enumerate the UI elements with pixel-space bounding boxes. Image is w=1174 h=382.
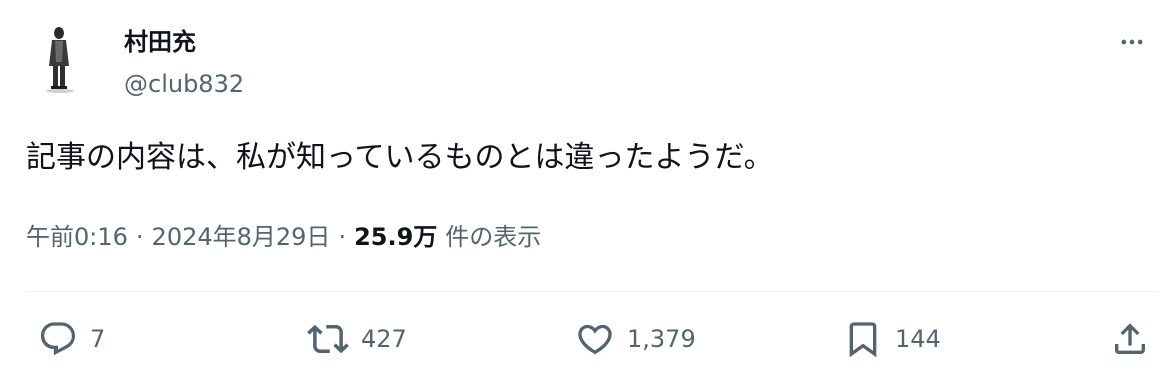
bookmark-button[interactable]: 144 — [843, 318, 941, 360]
person-figure-icon — [26, 18, 106, 98]
share-icon — [1115, 323, 1145, 354]
tweet-date[interactable]: 2024年8月29日 — [152, 219, 331, 255]
like-button[interactable]: 1,379 — [575, 318, 696, 360]
tweet-text: 記事の内容は、私が知っているものとは違ったようだ。 — [26, 140, 774, 175]
tweet-card: 村田充 @club832 記事の内容は、私が知っているものとは違ったようだ。 午… — [0, 0, 1174, 382]
meta-separator: · — [135, 223, 144, 251]
retweet-icon — [307, 324, 349, 354]
reply-icon — [40, 322, 76, 356]
like-count: 1,379 — [627, 325, 696, 353]
bookmark-count: 144 — [895, 325, 941, 353]
tweet-meta: 午前0:16 · 2024年8月29日 · 25.9万 件の表示 — [26, 219, 541, 255]
reply-count: 7 — [90, 325, 106, 353]
meta-separator: · — [338, 223, 347, 251]
reply-button[interactable]: 7 — [38, 318, 105, 360]
avatar[interactable] — [26, 18, 106, 98]
retweet-button[interactable]: 427 — [307, 318, 407, 360]
views-count[interactable]: 25.9万 — [354, 219, 437, 255]
more-button[interactable] — [1114, 24, 1150, 60]
retweet-count: 427 — [361, 325, 407, 353]
display-name[interactable]: 村田充 — [124, 26, 196, 58]
divider — [26, 291, 1158, 292]
bookmark-icon — [849, 322, 877, 358]
more-horizontal-icon — [1121, 39, 1143, 45]
tweet-time[interactable]: 午前0:16 — [26, 219, 128, 255]
share-button[interactable] — [1110, 318, 1150, 360]
views-label: 件の表示 — [445, 223, 542, 251]
user-handle[interactable]: @club832 — [124, 68, 244, 100]
heart-icon — [578, 324, 612, 355]
